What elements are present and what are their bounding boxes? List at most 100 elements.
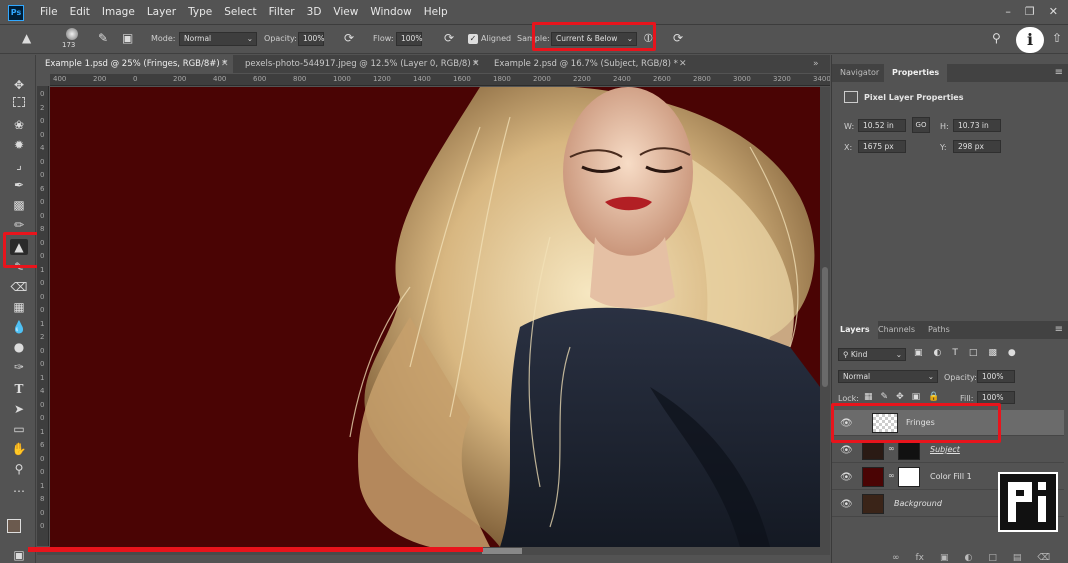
- ruler-tick-label: 400: [213, 75, 227, 83]
- tab-example-2[interactable]: Example 2.psd @ 16.7% (Subject, RGB/8) *: [486, 55, 686, 73]
- move-tool-icon[interactable]: ✥: [10, 77, 28, 93]
- layer-filter-select[interactable]: ⚲ Kind ⌄: [838, 348, 906, 361]
- link-dimensions-button[interactable]: GO: [912, 117, 930, 133]
- mode-select[interactable]: Normal ⌄: [179, 32, 257, 46]
- rectangle-tool-icon[interactable]: ▭: [10, 421, 28, 437]
- menu-help[interactable]: Help: [424, 6, 448, 18]
- shape-filter-icon[interactable]: □: [969, 348, 978, 358]
- pressure-size-icon[interactable]: ⟳: [673, 31, 683, 45]
- overflow-icon[interactable]: »: [813, 55, 819, 73]
- close-icon[interactable]: ✕: [1049, 5, 1058, 18]
- chain-link-icon[interactable]: ∞: [888, 471, 895, 480]
- search-icon[interactable]: ⚲: [992, 31, 1001, 45]
- visibility-eye-icon[interactable]: 👁: [840, 472, 853, 483]
- menu-file[interactable]: File: [40, 6, 58, 18]
- scrollbar-thumb[interactable]: [822, 267, 828, 387]
- eyedropper-tool-icon[interactable]: ✒: [10, 177, 28, 193]
- hand-tool-icon[interactable]: ✋: [10, 441, 28, 457]
- blur-tool-icon[interactable]: 💧: [10, 319, 28, 335]
- dodge-tool-icon[interactable]: ●: [10, 339, 28, 355]
- layer-opacity-field[interactable]: 100%: [977, 370, 1015, 383]
- y-field[interactable]: 298 px: [953, 140, 1001, 153]
- clone-stamp-preset-icon[interactable]: ▲: [22, 31, 31, 45]
- lock-artboard-icon[interactable]: ▣: [912, 392, 921, 402]
- trash-icon[interactable]: ⌫: [1037, 553, 1050, 563]
- panel-menu-icon[interactable]: ≡: [1055, 67, 1063, 78]
- fx-icon[interactable]: fx: [916, 553, 925, 563]
- menu-layer[interactable]: Layer: [147, 6, 176, 18]
- menu-window[interactable]: Window: [370, 6, 411, 18]
- type-tool-icon[interactable]: T: [10, 381, 28, 397]
- close-icon[interactable]: ✕: [679, 55, 687, 73]
- info-icon[interactable]: i: [1016, 27, 1044, 53]
- new-fill-icon[interactable]: ◐: [965, 553, 973, 563]
- menu-image[interactable]: Image: [102, 6, 135, 18]
- menu-type[interactable]: Type: [188, 6, 212, 18]
- tab-pexels-photo[interactable]: pexels-photo-544917.jpeg @ 12.5% (Layer …: [237, 55, 482, 73]
- type-filter-icon[interactable]: T: [952, 348, 958, 358]
- quick-mask-icon[interactable]: ▣: [10, 547, 28, 563]
- lock-transparency-icon[interactable]: ▦: [864, 392, 873, 402]
- visibility-eye-icon[interactable]: 👁: [840, 499, 853, 510]
- new-layer-icon[interactable]: ▤: [1013, 553, 1022, 563]
- tab-channels[interactable]: Channels: [870, 321, 923, 339]
- ruler-tick-label: 600: [253, 75, 267, 83]
- visibility-eye-icon[interactable]: 👁: [840, 445, 853, 456]
- chain-link-icon[interactable]: ∞: [888, 444, 895, 453]
- aligned-checkbox[interactable]: ✓: [468, 34, 478, 44]
- brush-tool-icon[interactable]: ✏: [10, 217, 28, 233]
- toggle-clone-source-icon[interactable]: ▣: [122, 31, 133, 45]
- minimize-icon[interactable]: –: [1005, 5, 1011, 18]
- height-field[interactable]: 10.73 in: [953, 119, 1001, 132]
- link-layers-icon[interactable]: ∞: [892, 553, 900, 563]
- lock-pixels-icon[interactable]: ✎: [881, 392, 889, 402]
- tab-navigator[interactable]: Navigator: [832, 64, 887, 82]
- pen-tool-icon[interactable]: ✑: [10, 359, 28, 375]
- lasso-tool-icon[interactable]: ❀: [10, 117, 28, 133]
- add-mask-icon[interactable]: ▣: [940, 553, 949, 563]
- scrollbar-thumb[interactable]: [482, 548, 522, 554]
- lock-all-icon[interactable]: 🔒: [928, 392, 939, 402]
- new-group-icon[interactable]: □: [988, 553, 997, 563]
- tab-properties[interactable]: Properties: [884, 64, 948, 82]
- menu-filter[interactable]: Filter: [269, 6, 295, 18]
- width-field[interactable]: 10.52 in: [858, 119, 906, 132]
- crop-tool-icon[interactable]: ⌟: [10, 157, 28, 173]
- more-tools-icon[interactable]: ⋯: [10, 483, 28, 499]
- quick-select-tool-icon[interactable]: ✹: [10, 137, 28, 153]
- opacity-field[interactable]: 100%: [298, 32, 324, 46]
- flow-field[interactable]: 100%: [396, 32, 422, 46]
- menu-3d[interactable]: 3D: [307, 6, 322, 18]
- marquee-tool-icon[interactable]: [13, 97, 25, 107]
- gradient-tool-icon[interactable]: ▦: [10, 299, 28, 315]
- filter-toggle-icon[interactable]: ●: [1008, 348, 1016, 358]
- zoom-tool-icon[interactable]: ⚲: [10, 461, 28, 477]
- restore-icon[interactable]: ❐: [1025, 5, 1035, 18]
- vertical-scrollbar[interactable]: [820, 87, 830, 547]
- ruler-tick-label: 1200: [373, 75, 391, 83]
- pressure-opacity-icon[interactable]: ⟳: [344, 31, 354, 45]
- tab-example-1[interactable]: Example 1.psd @ 25% (Fringes, RGB/8#) *: [37, 55, 233, 73]
- close-icon[interactable]: ✕: [472, 55, 480, 73]
- smart-object-filter-icon[interactable]: ▩: [988, 348, 997, 358]
- x-field[interactable]: 1675 px: [858, 140, 906, 153]
- toggle-brush-panel-icon[interactable]: ✎: [98, 31, 108, 45]
- eraser-tool-icon[interactable]: ⌫: [10, 279, 28, 295]
- document-canvas[interactable]: [50, 87, 820, 547]
- foreground-color-swatch[interactable]: [7, 519, 21, 533]
- panel-menu-icon[interactable]: ≡: [1055, 324, 1063, 335]
- menu-view[interactable]: View: [333, 6, 358, 18]
- airbrush-icon[interactable]: ⟳: [444, 31, 454, 45]
- lock-position-icon[interactable]: ✥: [896, 392, 904, 402]
- adjustment-filter-icon[interactable]: ◐: [934, 348, 942, 358]
- tab-paths[interactable]: Paths: [920, 321, 958, 339]
- pixel-filter-icon[interactable]: ▣: [914, 348, 923, 358]
- menu-edit[interactable]: Edit: [70, 6, 90, 18]
- close-icon[interactable]: ✕: [221, 55, 229, 73]
- path-select-tool-icon[interactable]: ➤: [10, 401, 28, 417]
- blend-mode-select[interactable]: Normal ⌄: [838, 370, 938, 383]
- menu-select[interactable]: Select: [224, 6, 256, 18]
- healing-brush-tool-icon[interactable]: ▩: [10, 197, 28, 213]
- brush-preview-icon[interactable]: [66, 28, 78, 40]
- share-icon[interactable]: ⇧: [1052, 31, 1062, 45]
